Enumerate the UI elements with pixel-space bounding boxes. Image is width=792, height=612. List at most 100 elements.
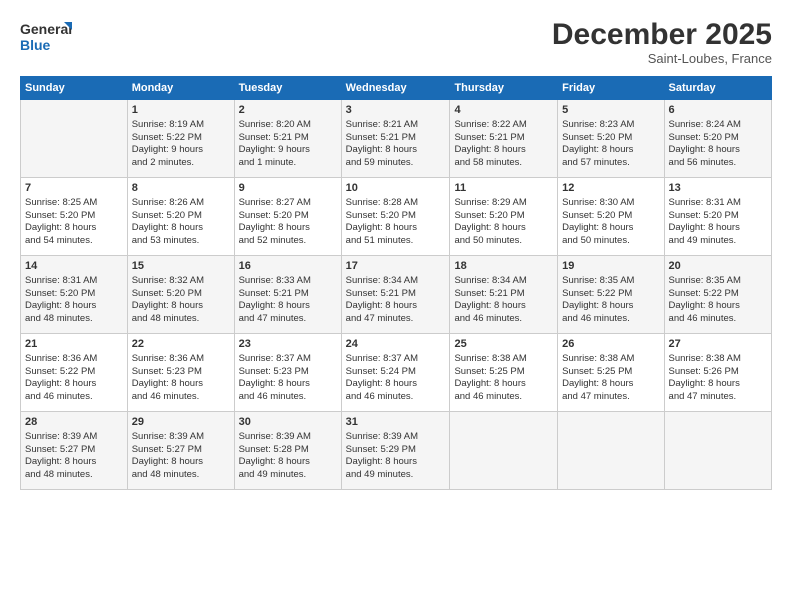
day-info: Sunset: 5:20 PM [132, 288, 202, 299]
header-monday: Monday [127, 77, 234, 100]
day-info: Sunset: 5:29 PM [346, 444, 416, 455]
day-number: 14 [25, 259, 123, 274]
day-number: 19 [562, 259, 659, 274]
day-info: Sunrise: 8:31 AM [669, 197, 741, 208]
day-number: 12 [562, 181, 659, 196]
calendar-cell: 25Sunrise: 8:38 AMSunset: 5:25 PMDayligh… [450, 334, 558, 412]
calendar-cell: 15Sunrise: 8:32 AMSunset: 5:20 PMDayligh… [127, 256, 234, 334]
day-info: Daylight: 8 hours [346, 144, 417, 155]
day-info: Sunrise: 8:19 AM [132, 119, 204, 130]
day-info: and 47 minutes. [239, 313, 307, 324]
day-info: Sunrise: 8:23 AM [562, 119, 634, 130]
day-info: Sunrise: 8:29 AM [454, 197, 526, 208]
day-number: 16 [239, 259, 337, 274]
header-tuesday: Tuesday [234, 77, 341, 100]
day-info: Sunset: 5:23 PM [132, 366, 202, 377]
calendar-cell: 19Sunrise: 8:35 AMSunset: 5:22 PMDayligh… [558, 256, 664, 334]
day-info: Sunset: 5:21 PM [239, 288, 309, 299]
day-info: Sunrise: 8:37 AM [239, 353, 311, 364]
calendar-cell: 5Sunrise: 8:23 AMSunset: 5:20 PMDaylight… [558, 100, 664, 178]
day-info: Sunset: 5:24 PM [346, 366, 416, 377]
day-info: Sunrise: 8:30 AM [562, 197, 634, 208]
location: Saint-Loubes, France [552, 51, 772, 66]
day-number: 3 [346, 103, 446, 118]
day-info: Sunset: 5:23 PM [239, 366, 309, 377]
day-number: 2 [239, 103, 337, 118]
day-info: Daylight: 8 hours [454, 378, 525, 389]
day-info: and 46 minutes. [346, 391, 414, 402]
calendar-cell [558, 412, 664, 490]
day-info: Sunset: 5:26 PM [669, 366, 739, 377]
day-number: 21 [25, 337, 123, 352]
day-info: Sunrise: 8:38 AM [562, 353, 634, 364]
day-number: 29 [132, 415, 230, 430]
page-header: General Blue December 2025 Saint-Loubes,… [20, 18, 772, 66]
day-info: and 47 minutes. [346, 313, 414, 324]
calendar-cell: 9Sunrise: 8:27 AMSunset: 5:20 PMDaylight… [234, 178, 341, 256]
header-thursday: Thursday [450, 77, 558, 100]
calendar-cell: 8Sunrise: 8:26 AMSunset: 5:20 PMDaylight… [127, 178, 234, 256]
day-number: 25 [454, 337, 553, 352]
header-row: Sunday Monday Tuesday Wednesday Thursday… [21, 77, 772, 100]
day-info: and 47 minutes. [669, 391, 737, 402]
day-number: 28 [25, 415, 123, 430]
day-info: Daylight: 8 hours [132, 456, 203, 467]
day-info: and 48 minutes. [25, 313, 93, 324]
day-info: and 46 minutes. [562, 313, 630, 324]
calendar-cell: 29Sunrise: 8:39 AM Sunset: 5:27 PMDayligh… [127, 412, 234, 490]
day-info: Daylight: 8 hours [239, 378, 310, 389]
day-info: and 48 minutes. [132, 469, 200, 480]
day-number: 5 [562, 103, 659, 118]
calendar-cell: 14Sunrise: 8:31 AMSunset: 5:20 PMDayligh… [21, 256, 128, 334]
day-info: Daylight: 8 hours [25, 222, 96, 233]
day-number: 17 [346, 259, 446, 274]
day-info: Sunset: 5:20 PM [346, 210, 416, 221]
day-info: Sunset: 5:20 PM [25, 288, 95, 299]
svg-text:General: General [20, 21, 72, 37]
day-number: 11 [454, 181, 553, 196]
day-number: 7 [25, 181, 123, 196]
day-info: and 46 minutes. [454, 313, 522, 324]
day-info: Daylight: 8 hours [669, 300, 740, 311]
header-sunday: Sunday [21, 77, 128, 100]
day-info: Daylight: 9 hours [132, 144, 203, 155]
day-info: Sunset: 5:21 PM [239, 132, 309, 143]
day-info: and 58 minutes. [454, 157, 522, 168]
day-number: 4 [454, 103, 553, 118]
day-info: Sunrise: 8:33 AM [239, 275, 311, 286]
calendar-cell: 12Sunrise: 8:30 AMSunset: 5:20 PMDayligh… [558, 178, 664, 256]
day-info: Sunset: 5:27 PM [132, 444, 202, 455]
title-block: December 2025 Saint-Loubes, France [552, 18, 772, 66]
day-info: Sunrise: 8:37 AM [346, 353, 418, 364]
day-info: Daylight: 8 hours [346, 300, 417, 311]
day-info: Sunrise: 8:24 AM [669, 119, 741, 130]
day-info: Sunrise: 8:34 AM [454, 275, 526, 286]
day-number: 8 [132, 181, 230, 196]
day-number: 31 [346, 415, 446, 430]
day-info: Daylight: 8 hours [562, 300, 633, 311]
day-info: Sunset: 5:21 PM [454, 288, 524, 299]
month-title: December 2025 [552, 18, 772, 51]
day-number: 15 [132, 259, 230, 274]
day-info: Sunrise: 8:22 AM [454, 119, 526, 130]
day-info: Sunset: 5:27 PM [25, 444, 95, 455]
day-info: Daylight: 8 hours [25, 300, 96, 311]
day-number: 24 [346, 337, 446, 352]
day-info: Sunset: 5:21 PM [454, 132, 524, 143]
logo-icon: General Blue [20, 18, 75, 56]
day-info: Daylight: 8 hours [25, 378, 96, 389]
day-number: 23 [239, 337, 337, 352]
day-info: Sunset: 5:20 PM [669, 132, 739, 143]
calendar-cell [664, 412, 771, 490]
day-info: Sunrise: 8:39 AM [132, 431, 204, 442]
calendar-cell: 28Sunrise: 8:39 AMSunset: 5:27 PMDayligh… [21, 412, 128, 490]
day-info: and 53 minutes. [132, 235, 200, 246]
calendar-cell: 3Sunrise: 8:21 AMSunset: 5:21 PMDaylight… [341, 100, 450, 178]
day-number: 26 [562, 337, 659, 352]
day-info: Sunrise: 8:39 AM [346, 431, 418, 442]
day-info: and 46 minutes. [239, 391, 307, 402]
day-number: 18 [454, 259, 553, 274]
day-info: Sunrise: 8:26 AM [132, 197, 204, 208]
day-info: Daylight: 9 hours [239, 144, 310, 155]
calendar-cell: 31Sunrise: 8:39 AMSunset: 5:29 PMDayligh… [341, 412, 450, 490]
